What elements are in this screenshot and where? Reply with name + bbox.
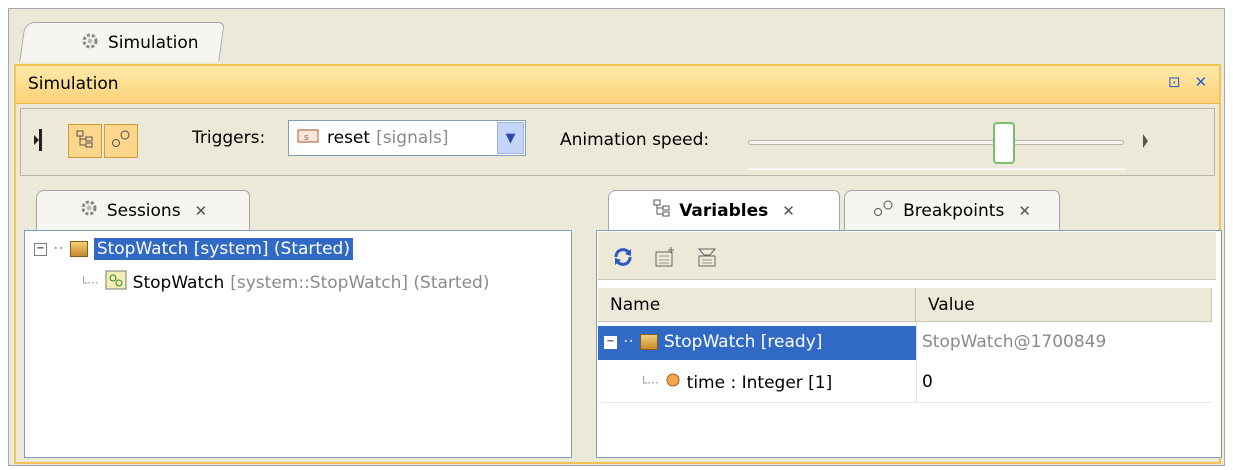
variables-toolbar [598, 232, 1216, 280]
panel-controls: ⊡ ✕ [1168, 73, 1207, 91]
close-breakpoints-icon[interactable]: ✕ [1018, 202, 1031, 220]
close-sessions-icon[interactable]: ✕ [195, 202, 208, 220]
tab-variables-label: Variables [679, 200, 769, 221]
tab-variables[interactable]: Variables ✕ [608, 190, 840, 230]
panel-title-bar [16, 66, 1219, 104]
tab-breakpoints[interactable]: Breakpoints ✕ [844, 190, 1060, 230]
add-watch-icon[interactable] [654, 246, 676, 273]
svg-text:s: s [304, 133, 309, 143]
attribute-icon [665, 372, 681, 393]
session-tree-item[interactable]: − ·· StopWatch [system] (Started) [34, 238, 353, 260]
tab-breakpoints-label: Breakpoints [903, 200, 1005, 221]
restore-icon[interactable]: ⊡ [1168, 73, 1181, 91]
toolbar-scroll-left-icon[interactable] [34, 127, 44, 158]
triggers-label: Triggers: [192, 128, 266, 148]
instance-icon [639, 334, 658, 350]
tree-icon [76, 130, 94, 153]
variable-value: StopWatch@1700849 [922, 332, 1107, 352]
collapse-icon[interactable]: − [34, 242, 47, 256]
variable-value: 0 [922, 372, 933, 392]
tab-sessions-label: Sessions [106, 200, 181, 221]
session-name: StopWatch [system] (Started) [93, 238, 353, 260]
close-icon[interactable]: ✕ [1195, 73, 1208, 91]
chevron-down-icon: ▼ [505, 130, 516, 146]
column-header-value[interactable]: Value [916, 288, 1212, 322]
trigger-scope: [signals] [376, 128, 449, 148]
column-divider [916, 322, 917, 402]
animation-speed-slider-thumb[interactable] [992, 122, 1015, 164]
state-machine-icon [105, 270, 127, 295]
table-row[interactable]: − ·· StopWatch [ready] [604, 332, 822, 352]
sessions-panel [24, 230, 572, 458]
trigger-value: reset [327, 128, 371, 148]
tab-simulation-content[interactable]: Simulation [80, 30, 199, 56]
toolbar-scroll-right-icon[interactable] [1142, 128, 1150, 159]
signal-icon: s [297, 128, 319, 149]
table-row[interactable]: └··· time : Integer [1] [640, 372, 832, 393]
variable-name: time : Integer [1] [686, 372, 833, 393]
tab-simulation-label: Simulation [108, 33, 199, 53]
breakpoints-icon [111, 129, 131, 154]
collapse-icon[interactable]: − [604, 335, 617, 349]
system-icon [69, 241, 88, 257]
breakpoints-icon [873, 199, 895, 222]
session-child-detail: [system::StopWatch] (Started) [230, 272, 490, 293]
breakpoints-view-button[interactable] [104, 124, 138, 158]
variable-name: StopWatch [ready] [663, 332, 823, 352]
tree-icon [653, 199, 671, 222]
close-variables-icon[interactable]: ✕ [782, 202, 795, 220]
triggers-dropdown-button[interactable]: ▼ [497, 122, 524, 154]
row-divider [598, 402, 1212, 403]
animation-speed-slider[interactable] [748, 140, 1124, 145]
session-child-item[interactable]: └··· StopWatch [system::StopWatch] (Star… [80, 270, 489, 295]
triggers-combobox[interactable]: s reset [signals] [288, 120, 526, 156]
panel-title: Simulation [28, 74, 119, 94]
session-child-name: StopWatch [132, 272, 225, 293]
gear-icon [80, 31, 100, 56]
tree-view-button[interactable] [68, 124, 102, 158]
gear-icon [79, 198, 99, 223]
slider-shadow [748, 166, 1126, 170]
tab-sessions[interactable]: Sessions ✕ [36, 190, 250, 230]
column-header-name[interactable]: Name [598, 288, 916, 322]
animation-speed-label: Animation speed: [560, 130, 710, 150]
remove-watch-icon[interactable] [696, 246, 718, 273]
refresh-icon[interactable] [612, 246, 634, 273]
